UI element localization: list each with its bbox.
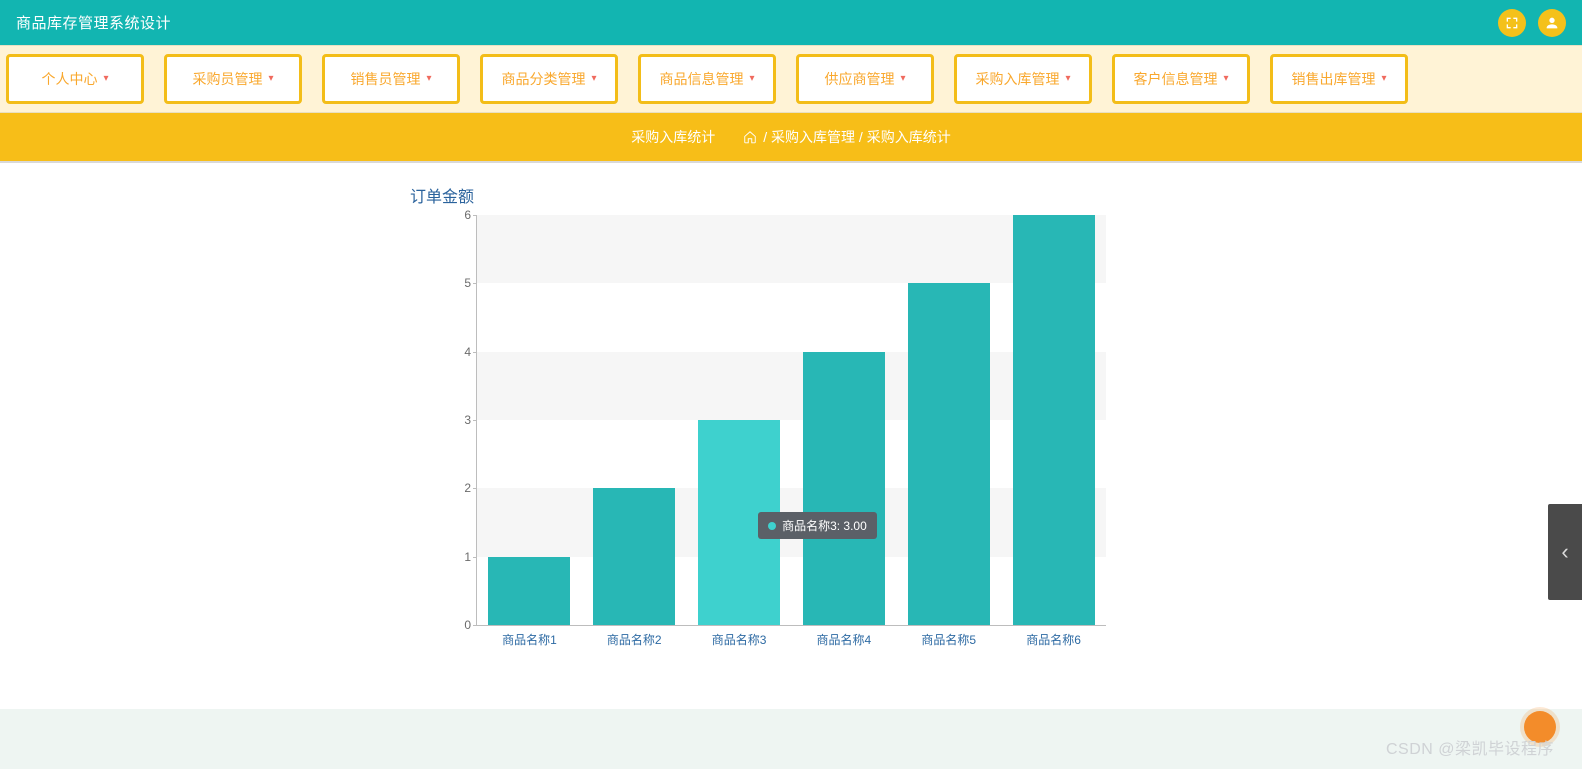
breadcrumb-text: / 采购入库管理 / 采购入库统计 [763,127,950,147]
home-icon [743,130,757,144]
app-title: 商品库存管理系统设计 [16,12,171,33]
chevron-down-icon: ▾ [268,73,273,84]
chart-bar[interactable] [488,557,570,625]
chart-title: 订单金额 [410,183,1176,207]
user-icon [1544,15,1560,31]
chart-card: 订单金额 商品名称1商品名称2商品名称3商品名称4商品名称5商品名称6 0123… [406,169,1176,685]
y-tick-label: 2 [449,481,471,495]
chart-bar[interactable] [908,283,990,625]
bar-slot: 商品名称4 [791,215,896,625]
bar-slot: 商品名称6 [1001,215,1106,625]
x-tick-label: 商品名称3 [712,631,767,648]
page-footer: CSDN @梁凯毕设程序 [0,709,1582,769]
chart-bar[interactable] [593,488,675,625]
nav-category[interactable]: 商品分类管理 ▾ [480,54,618,104]
chevron-left-icon: ‹ [1561,539,1568,565]
x-tick-label: 商品名称5 [921,631,976,648]
chevron-down-icon: ▾ [591,73,596,84]
y-tick-label: 6 [449,208,471,222]
page-title: 采购入库统计 [631,127,715,147]
expand-icon [1504,15,1520,31]
nav-personal[interactable]: 个人中心 ▾ [6,54,144,104]
nav-label: 采购员管理 [192,69,262,89]
chart-bar[interactable] [1013,215,1095,625]
nav-label: 采购入库管理 [975,69,1059,89]
app-header: 商品库存管理系统设计 [0,0,1582,45]
content-area: 订单金额 商品名称1商品名称2商品名称3商品名称4商品名称5商品名称6 0123… [0,169,1582,709]
chart-bar[interactable] [698,420,780,625]
plot-area[interactable]: 商品名称1商品名称2商品名称3商品名称4商品名称5商品名称6 0123456 [476,215,1106,626]
nav-purchaser[interactable]: 采购员管理 ▾ [164,54,302,104]
nav-label: 销售出库管理 [1291,69,1375,89]
nav-label: 个人中心 [41,69,97,89]
chevron-down-icon: ▾ [749,73,754,84]
bar-slot: 商品名称1 [477,215,582,625]
nav-sales-out[interactable]: 销售出库管理 ▾ [1270,54,1408,104]
chevron-down-icon: ▾ [426,73,431,84]
chevron-down-icon: ▾ [1065,73,1070,84]
main-nav: 个人中心 ▾ 采购员管理 ▾ 销售员管理 ▾ 商品分类管理 ▾ 商品信息管理 ▾ 供应商管… [6,54,1576,104]
y-tick-label: 1 [449,550,471,564]
x-tick-label: 商品名称4 [817,631,872,648]
nav-salesperson[interactable]: 销售员管理 ▾ [322,54,460,104]
x-tick-label: 商品名称1 [502,631,557,648]
nav-label: 商品信息管理 [659,69,743,89]
watermark-text: CSDN @梁凯毕设程序 [1386,735,1554,759]
chart-bar[interactable] [803,352,885,625]
bar-slot: 商品名称5 [896,215,1001,625]
side-drawer-tab[interactable]: ‹ [1548,504,1582,600]
main-nav-wrap: 个人中心 ▾ 采购员管理 ▾ 销售员管理 ▾ 商品分类管理 ▾ 商品信息管理 ▾ 供应商管… [0,45,1582,113]
nav-label: 商品分类管理 [501,69,585,89]
chevron-down-icon: ▾ [103,73,108,84]
chevron-down-icon: ▾ [1223,73,1228,84]
y-tick-label: 4 [449,345,471,359]
x-tick-label: 商品名称6 [1026,631,1081,648]
x-tick-label: 商品名称2 [607,631,662,648]
bar-slot: 商品名称3 [687,215,792,625]
y-tick-label: 0 [449,618,471,632]
bar-slot: 商品名称2 [582,215,687,625]
header-actions [1498,9,1566,37]
chart-plot: 商品名称1商品名称2商品名称3商品名称4商品名称5商品名称6 0123456 商… [476,215,1106,645]
nav-label: 客户信息管理 [1133,69,1217,89]
bars-container: 商品名称1商品名称2商品名称3商品名称4商品名称5商品名称6 [477,215,1106,625]
y-tick-label: 5 [449,276,471,290]
chevron-down-icon: ▾ [1381,73,1386,84]
user-button[interactable] [1538,9,1566,37]
nav-customer[interactable]: 客户信息管理 ▾ [1112,54,1250,104]
breadcrumb[interactable]: / 采购入库管理 / 采购入库统计 [743,127,950,147]
nav-label: 供应商管理 [824,69,894,89]
chevron-down-icon: ▾ [900,73,905,84]
nav-product-info[interactable]: 商品信息管理 ▾ [638,54,776,104]
nav-purchase-in[interactable]: 采购入库管理 ▾ [954,54,1092,104]
page-subheader: 采购入库统计 / 采购入库管理 / 采购入库统计 [0,113,1582,163]
nav-label: 销售员管理 [350,69,420,89]
y-tick-label: 3 [449,413,471,427]
watermark: CSDN @梁凯毕设程序 [1386,735,1554,759]
nav-supplier[interactable]: 供应商管理 ▾ [796,54,934,104]
fullscreen-button[interactable] [1498,9,1526,37]
